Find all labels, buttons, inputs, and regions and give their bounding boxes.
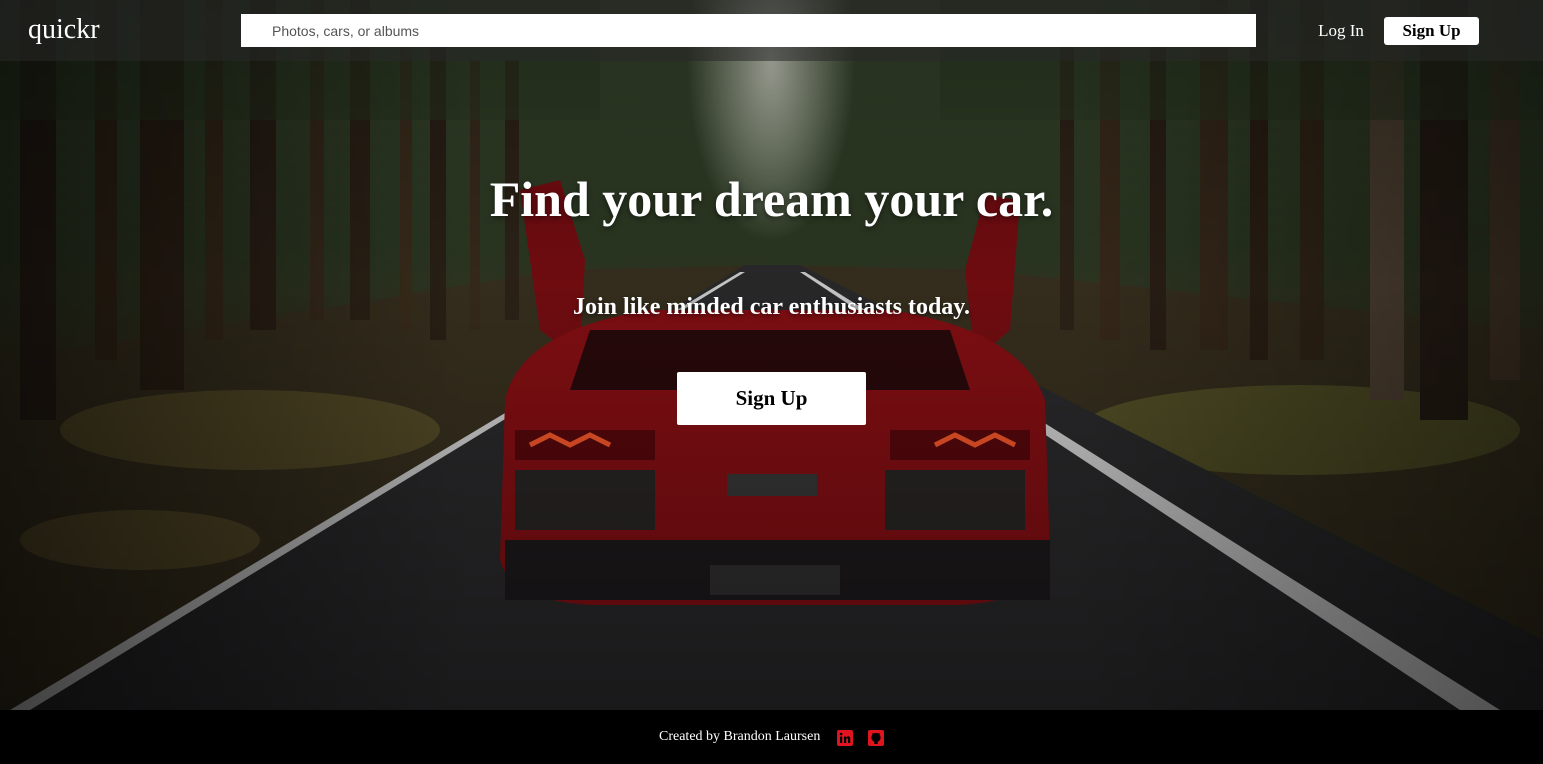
hero-overlay bbox=[0, 0, 1543, 710]
footer-credit: Created by Brandon Laursen bbox=[659, 729, 821, 744]
github-icon[interactable] bbox=[868, 730, 884, 746]
search-input[interactable] bbox=[241, 14, 1256, 47]
hero-section bbox=[0, 0, 1543, 710]
quickr-logo[interactable]: quickr bbox=[28, 14, 100, 46]
linkedin-icon[interactable] bbox=[837, 730, 853, 746]
footer: Created by Brandon Laursen bbox=[0, 710, 1543, 764]
hero-subheadline: Join like minded car enthusiasts today. bbox=[573, 294, 970, 320]
signup-button-hero[interactable]: Sign Up bbox=[677, 372, 866, 425]
login-button[interactable]: Log In bbox=[1306, 17, 1376, 45]
hero-headline: Find your dream your car. bbox=[489, 171, 1054, 227]
signup-button-nav[interactable]: Sign Up bbox=[1384, 17, 1479, 45]
top-navbar: quickr Log In Sign Up bbox=[0, 0, 1543, 61]
